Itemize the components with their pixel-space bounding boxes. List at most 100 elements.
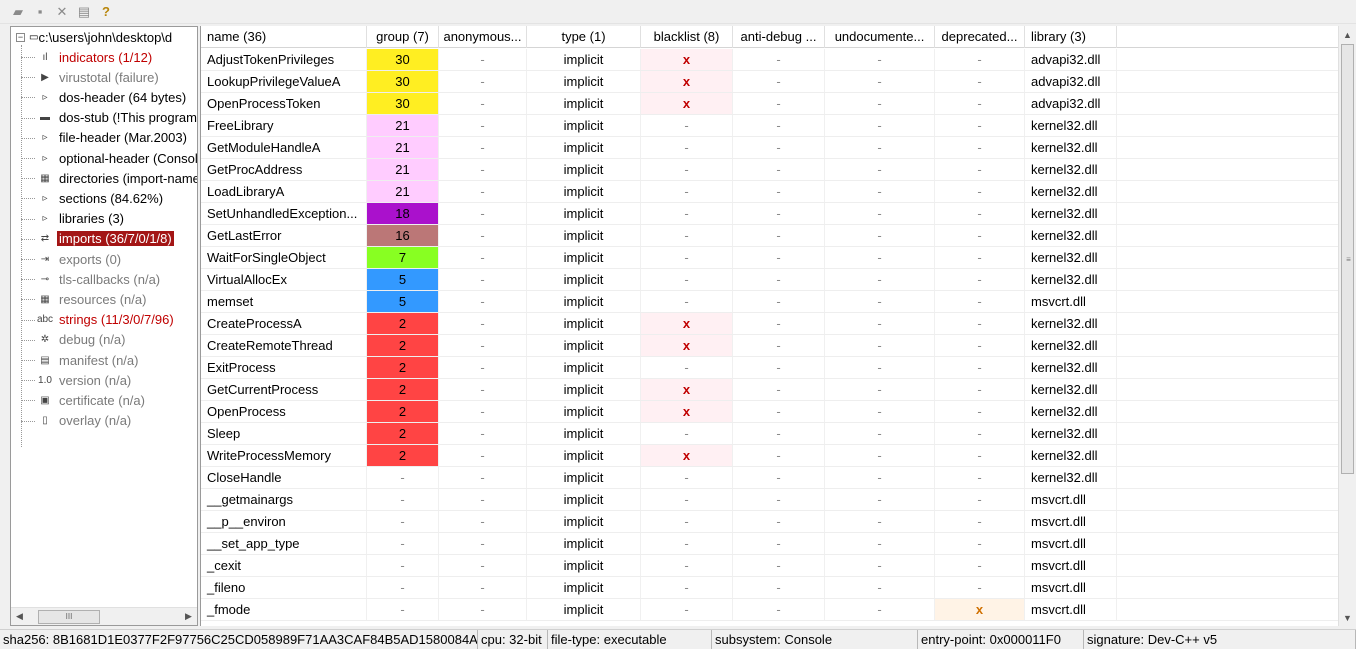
tree-item-version[interactable]: 1.0 version (n/a) (11, 370, 197, 390)
cell-blacklist: - (641, 247, 733, 268)
cell-undocumented: - (825, 555, 935, 576)
tree-item-debug[interactable]: ✲ debug (n/a) (11, 330, 197, 350)
cell-blacklist: x (641, 379, 733, 400)
table-row[interactable]: LoadLibraryA 21- implicit - - - - kernel32.dll (201, 181, 1339, 203)
table-row[interactable]: _cexit - - implicit - - - - msvcrt.dll (201, 555, 1339, 577)
help-icon[interactable]: ? (98, 4, 114, 20)
cell-library: advapi32.dll (1025, 93, 1117, 114)
scroll-right-icon[interactable]: ▶ (180, 608, 197, 625)
cell-deprecated: - (935, 401, 1025, 422)
table-row[interactable]: OpenProcess 2- implicit x - - - kernel32.dll (201, 401, 1339, 423)
cell-undocumented: - (825, 533, 935, 554)
table-row[interactable]: CloseHandle - - implicit - - - - kernel32.dll (201, 467, 1339, 489)
cell-library: msvcrt.dll (1025, 599, 1117, 620)
table-row[interactable]: Sleep 2- implicit - - - - kernel32.dll (201, 423, 1339, 445)
column-header-deprecated[interactable]: deprecated... (935, 26, 1025, 48)
cell-deprecated: - (935, 379, 1025, 400)
cell-group: 21 (367, 115, 439, 136)
cell-deprecated: - (935, 159, 1025, 180)
tree-connector (11, 188, 37, 208)
cell-undocumented: - (825, 203, 935, 224)
table-row[interactable]: WriteProcessMemory 2- implicit x - - - kernel32… (201, 445, 1339, 467)
table-row[interactable]: __set_app_type - - implicit - - - - msvcrt.dll (201, 533, 1339, 555)
table-row[interactable]: VirtualAllocEx 5- implicit - - - - kernel32.dll (201, 269, 1339, 291)
tree-item-file-header[interactable]: ▹ file-header (Mar.2003) (11, 128, 197, 148)
cell-library: kernel32.dll (1025, 379, 1117, 400)
column-header-group[interactable]: group (7) (367, 26, 439, 48)
table-row[interactable]: memset 5- implicit - - - - msvcrt.dll (201, 291, 1339, 313)
scroll-left-icon[interactable]: ◀ (11, 608, 28, 625)
column-header-undocumented[interactable]: undocumente... (825, 26, 935, 48)
table-row[interactable]: _fmode - - implicit - - - x msvcrt.dll (201, 599, 1339, 621)
cell-blacklist: x (641, 93, 733, 114)
cell-blacklist: - (641, 159, 733, 180)
tree-item-indicators[interactable]: ıl indicators (1/12) (11, 47, 197, 67)
tree-item-manifest[interactable]: ▤ manifest (n/a) (11, 350, 197, 370)
tree-item-directories[interactable]: ▦ directories (import-name) (11, 168, 197, 188)
tree-connector (11, 87, 37, 107)
tree-item-dos-header[interactable]: ▹ dos-header (64 bytes) (11, 87, 197, 107)
tree-item-sections[interactable]: ▹ sections (84.62%) (11, 188, 197, 208)
tree-item-optional-header[interactable]: ▹ optional-header (Console) (11, 148, 197, 168)
column-header-antidebug[interactable]: anti-debug ... (733, 26, 825, 48)
cell-type: implicit (527, 379, 641, 400)
table-row[interactable]: CreateProcessA 2- implicit x - - - kernel32.dll (201, 313, 1339, 335)
column-header-type[interactable]: type (1) (527, 26, 641, 48)
cell-anonymous: - (439, 159, 527, 180)
tree-item-libraries[interactable]: ▹ libraries (3) (11, 209, 197, 229)
tree-item-strings[interactable]: abc strings (11/3/0/7/96) (11, 310, 197, 330)
vertical-scrollbar[interactable]: ▲ ≡ ▼ (1338, 26, 1356, 626)
table-row[interactable]: SetUnhandledException... 18- implicit - - - - k… (201, 203, 1339, 225)
tree-item-resources[interactable]: ▦ resources (n/a) (11, 289, 197, 309)
cell-deprecated: - (935, 49, 1025, 70)
scroll-thumb[interactable]: ≡ (1341, 44, 1354, 474)
cell-blacklist: x (641, 313, 733, 334)
table-row[interactable]: AdjustTokenPrivileges 30- implicit x - - - adva… (201, 49, 1339, 71)
table-row[interactable]: CreateRemoteThread 2- implicit x - - - kernel32… (201, 335, 1339, 357)
save-icon[interactable]: ▪ (32, 4, 48, 20)
table-row[interactable]: ExitProcess 2- implicit - - - - kernel32.dll (201, 357, 1339, 379)
table-row[interactable]: GetCurrentProcess 2- implicit x - - - kernel32.… (201, 379, 1339, 401)
tree-item-imports[interactable]: ⇄ imports (36/7/0/1/8) (11, 229, 197, 249)
table-row[interactable]: FreeLibrary 21- implicit - - - - kernel32.dll (201, 115, 1339, 137)
tree-item-tls-callbacks[interactable]: ⊸ tls-callbacks (n/a) (11, 269, 197, 289)
table-row[interactable]: __p__environ - - implicit - - - - msvcrt.dll (201, 511, 1339, 533)
tree-connector (11, 229, 37, 249)
close-icon[interactable]: ✕ (54, 4, 70, 20)
cell-blacklist: - (641, 577, 733, 598)
cell-type: implicit (527, 115, 641, 136)
tree-connector (11, 310, 37, 330)
cell-name: AdjustTokenPrivileges (201, 49, 367, 70)
cell-deprecated: x (935, 599, 1025, 620)
scroll-thumb[interactable]: III (38, 609, 100, 624)
scroll-down-icon[interactable]: ▼ (1339, 609, 1356, 626)
cell-undocumented: - (825, 93, 935, 114)
table-row[interactable]: _fileno - - implicit - - - - msvcrt.dll (201, 577, 1339, 599)
tree-item-dos-stub[interactable]: ▬ dos-stub (!This program cannot be run) (11, 108, 197, 128)
column-header-anonymous[interactable]: anonymous... (439, 26, 527, 48)
table-row[interactable]: GetModuleHandleA 21- implicit - - - - kernel32.… (201, 137, 1339, 159)
tree-root[interactable]: − ▭ c:\users\john\desktop\d (11, 27, 172, 47)
column-header-blacklist[interactable]: blacklist (8) (641, 26, 733, 48)
tree-item-overlay[interactable]: ▯ overlay (n/a) (11, 411, 197, 431)
scroll-up-icon[interactable]: ▲ (1339, 26, 1356, 43)
folder-open-icon[interactable]: ▰ (10, 4, 26, 20)
table-row[interactable]: WaitForSingleObject 7- implicit - - - - kernel3… (201, 247, 1339, 269)
collapse-icon[interactable]: − (16, 32, 25, 42)
horizontal-scrollbar[interactable]: ◀ III ▶ (11, 607, 197, 625)
tree-item-virustotal[interactable]: ▶ virustotal (failure) (11, 67, 197, 87)
table-row[interactable]: GetProcAddress 21- implicit - - - - kernel32.dl… (201, 159, 1339, 181)
table-row[interactable]: LookupPrivilegeValueA 30- implicit x - - - adva… (201, 71, 1339, 93)
table-row[interactable]: GetLastError 16- implicit - - - - kernel32.dll (201, 225, 1339, 247)
tree-item-label: indicators (1/12) (59, 49, 153, 65)
column-header-library[interactable]: library (3) (1025, 26, 1117, 48)
column-header-name[interactable]: name (36) (201, 26, 367, 48)
table-row[interactable]: OpenProcessToken 30- implicit x - - - advapi32.… (201, 93, 1339, 115)
cell-name: _fileno (201, 577, 367, 598)
tree-item-certificate[interactable]: ▣ certificate (n/a) (11, 390, 197, 410)
cell-blacklist: - (641, 225, 733, 246)
table-row[interactable]: __getmainargs - - implicit - - - - msvcrt.dll (201, 489, 1339, 511)
clipboard-icon[interactable]: ▤ (76, 4, 92, 20)
tree-item-label: manifest (n/a) (59, 352, 139, 368)
tree-item-exports[interactable]: ⇥ exports (0) (11, 249, 197, 269)
